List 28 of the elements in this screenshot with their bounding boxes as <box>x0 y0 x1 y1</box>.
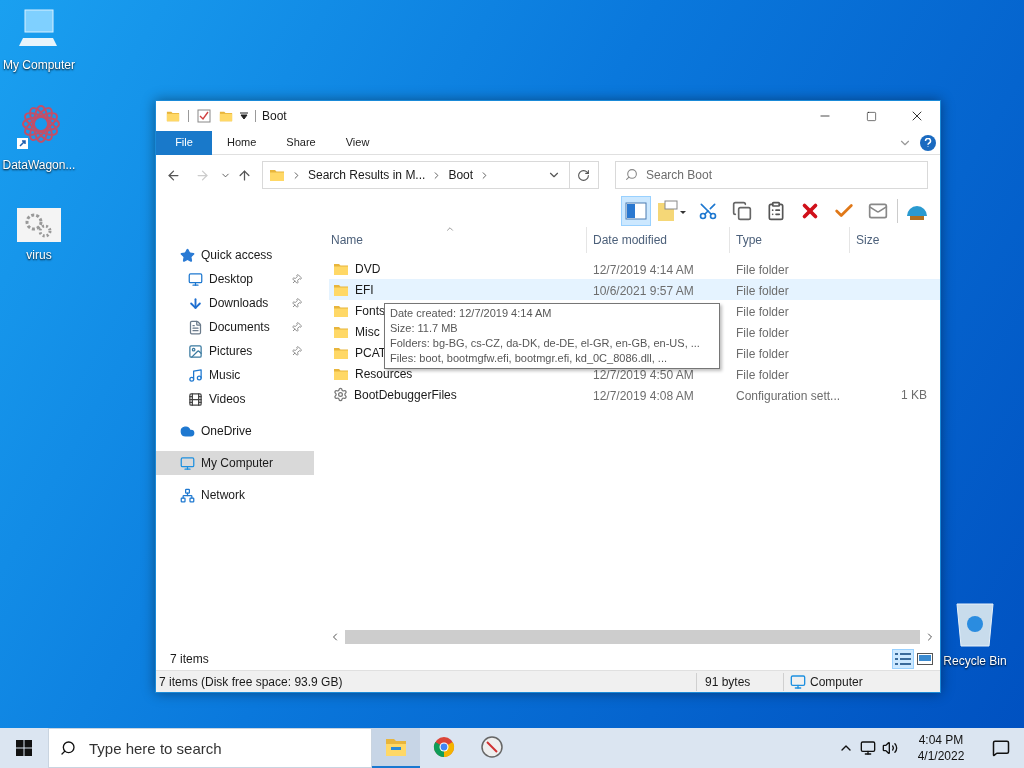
date-modified: 12/7/2019 4:08 AM <box>593 388 694 403</box>
file-type: File folder <box>736 283 789 298</box>
file-name: BootDebuggerFiles <box>354 386 457 404</box>
file-type: Configuration sett... <box>736 388 841 403</box>
date-modified: 10/6/2021 9:57 AM <box>593 283 694 298</box>
status-location: Computer <box>810 673 863 691</box>
file-type: File folder <box>736 346 789 361</box>
date-modified: 12/7/2019 4:14 AM <box>593 262 694 277</box>
file-name: Misc <box>355 323 380 341</box>
date-modified: 12/7/2019 4:50 AM <box>593 367 694 382</box>
file-type: File folder <box>736 304 789 319</box>
file-name: DVD <box>355 260 381 278</box>
file-name: PCAT <box>355 344 387 362</box>
file-name: EFI <box>355 281 374 299</box>
file-type: File folder <box>736 367 789 382</box>
window-title: Boot <box>262 108 287 125</box>
file-size: 1 KB <box>901 386 927 404</box>
file-type: File folder <box>736 325 789 340</box>
file-name: Resources <box>355 365 413 383</box>
tooltip-line: Folders: bg-BG, cs-CZ, da-DK, de-DE, el-GR, en-GB, en-US, ... <box>390 336 701 351</box>
item-count: 7 items <box>170 651 209 668</box>
tooltip-line: Date created: 12/7/2019 4:14 AM <box>390 306 553 321</box>
file-type: File folder <box>736 262 789 277</box>
tooltip-line: Size: 11.7 MB <box>390 321 459 336</box>
status-size: 91 bytes <box>704 673 752 691</box>
tooltip-line: Files: boot, bootmgfw.efi, bootmgr.efi, kd_0C_8086.dll, ... <box>390 351 668 366</box>
status-summary: 7 items (Disk free space: 93.9 GB) <box>158 673 344 691</box>
file-name: Fonts <box>355 302 385 320</box>
